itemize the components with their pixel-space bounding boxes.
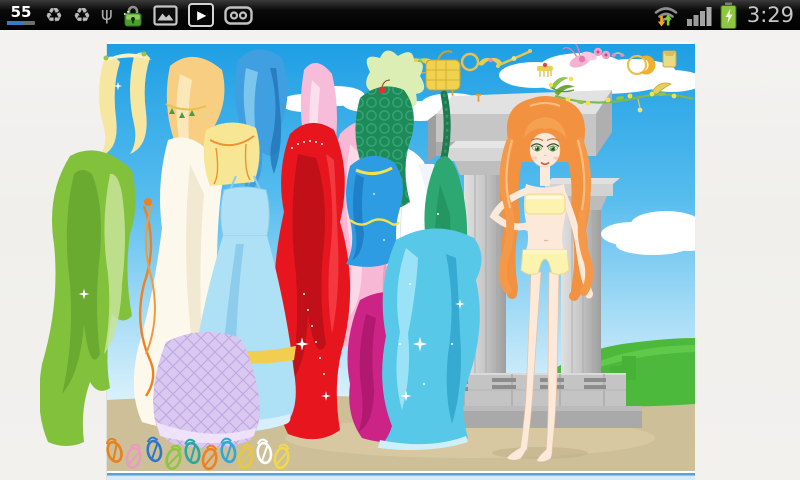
wifi-traffic-icon: [653, 4, 679, 27]
clock: 3:29: [747, 3, 794, 27]
gallery-icon: [153, 5, 178, 26]
signal-strength-icon: [686, 5, 713, 26]
android-screen: 55 ♻ ♻ ψ ▶: [0, 0, 800, 480]
cassette-icon: [224, 6, 253, 25]
accessory-gold-clasp[interactable]: [663, 51, 676, 67]
battery-charging-icon: [720, 2, 737, 29]
battery-percent-label: 55: [7, 5, 35, 20]
dress-lavender-skirt[interactable]: [153, 332, 260, 448]
battery-percent-bar: [7, 21, 35, 25]
usb-icon: ψ: [101, 5, 113, 25]
recycle-icon: ♻: [45, 5, 63, 25]
lock-icon: [123, 4, 143, 27]
status-bar[interactable]: 55 ♻ ♻ ψ ▶: [0, 0, 800, 30]
woven-pouch[interactable]: [426, 60, 460, 90]
status-bar-right: 3:29: [653, 2, 800, 29]
dress-yellow-bodice[interactable]: [204, 122, 260, 186]
game-stage[interactable]: [40, 44, 695, 480]
game-bottom-edge: [107, 471, 695, 480]
battery-percent-notification: 55: [7, 5, 35, 25]
status-bar-left: 55 ♻ ♻ ψ ▶: [0, 3, 653, 27]
play-icon: ▶: [188, 3, 214, 27]
recycle-icon: ♻: [73, 5, 91, 25]
